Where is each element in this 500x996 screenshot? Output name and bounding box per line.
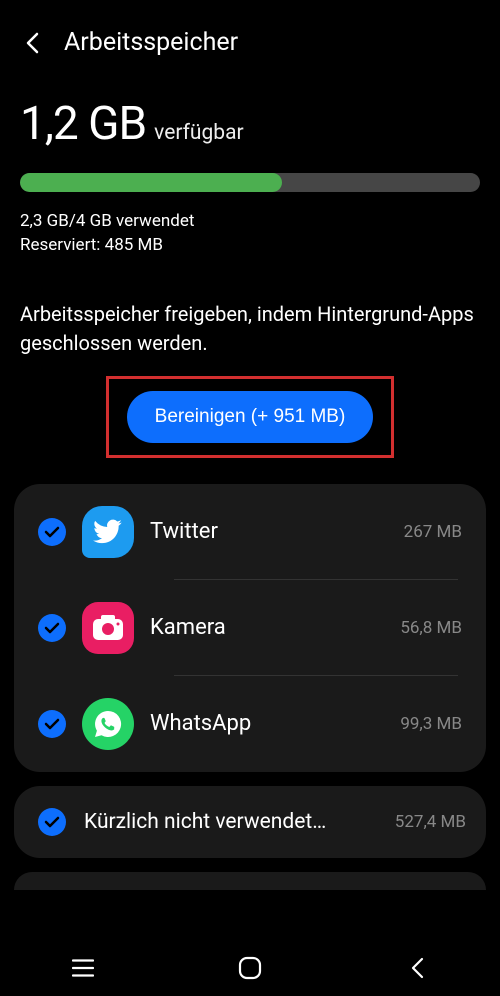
- app-size: 267 MB: [404, 522, 462, 542]
- app-list-card: Twitter 267 MB Kamera 56,8 MB WhatsApp 99,3 M…: [14, 484, 486, 772]
- back-icon[interactable]: [20, 31, 44, 55]
- app-row[interactable]: Twitter 267 MB: [14, 484, 486, 580]
- twitter-icon: [82, 506, 134, 558]
- back-nav-icon[interactable]: [377, 957, 457, 979]
- home-nav-icon[interactable]: [210, 956, 290, 980]
- checkbox-checked-icon[interactable]: [38, 518, 66, 546]
- memory-reserved-text: Reserviert: 485 MB: [20, 234, 480, 258]
- checkbox-checked-icon[interactable]: [38, 614, 66, 642]
- app-name: Kamera: [150, 615, 384, 640]
- app-name: WhatsApp: [150, 711, 384, 736]
- checkbox-checked-icon[interactable]: [38, 808, 66, 836]
- app-row[interactable]: WhatsApp 99,3 MB: [14, 676, 486, 772]
- partial-card: [14, 872, 486, 890]
- recent-unused-size: 527,4 MB: [395, 812, 466, 832]
- checkbox-checked-icon[interactable]: [38, 710, 66, 738]
- highlight-annotation: Bereinigen (+ 951 MB): [106, 376, 395, 458]
- app-size: 56,8 MB: [400, 618, 462, 638]
- recents-nav-icon[interactable]: [43, 959, 123, 977]
- camera-icon: [82, 602, 134, 654]
- recent-unused-label: Kürzlich nicht verwendet…: [84, 810, 377, 834]
- available-memory-label: verfügbar: [154, 121, 243, 145]
- page-title: Arbeitsspeicher: [64, 28, 238, 57]
- clean-button[interactable]: Bereinigen (+ 951 MB): [127, 391, 374, 443]
- available-memory-value: 1,2 GB: [20, 97, 146, 151]
- whatsapp-icon: [82, 698, 134, 750]
- memory-progress-bar: [20, 173, 480, 192]
- app-name: Twitter: [150, 519, 388, 544]
- app-size: 99,3 MB: [400, 714, 462, 734]
- memory-usage-text: 2,3 GB/4 GB verwendet: [20, 210, 480, 234]
- free-memory-description: Arbeitsspeicher freigeben, indem Hinterg…: [0, 268, 500, 376]
- recent-unused-row[interactable]: Kürzlich nicht verwendet… 527,4 MB: [14, 786, 486, 858]
- navigation-bar: [0, 940, 500, 996]
- app-row[interactable]: Kamera 56,8 MB: [14, 580, 486, 676]
